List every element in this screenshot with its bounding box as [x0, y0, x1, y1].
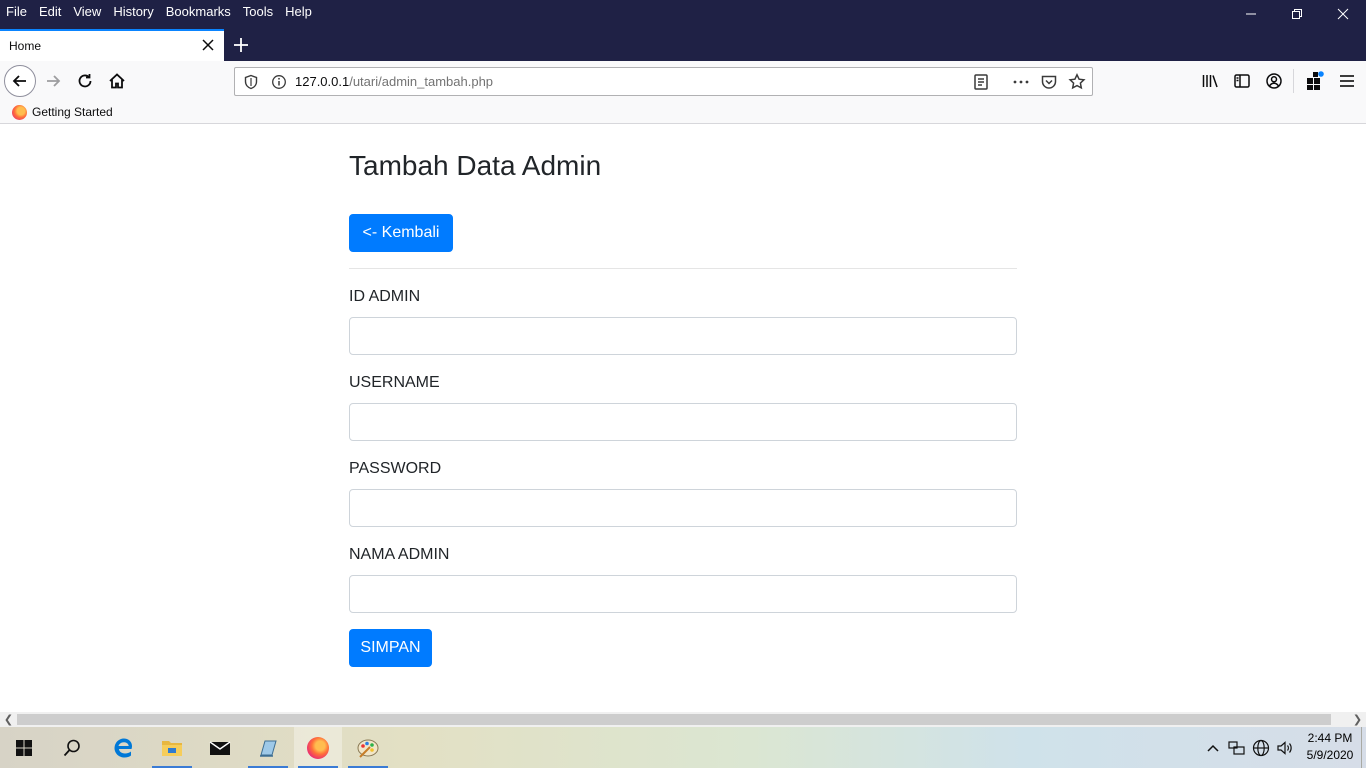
- url-bar[interactable]: 127.0.0.1/utari/admin_tambah.php: [234, 67, 1093, 96]
- extensions-icon[interactable]: [1305, 71, 1325, 91]
- restore-button[interactable]: [1274, 0, 1320, 28]
- nama-admin-input[interactable]: [349, 575, 1017, 613]
- menu-bookmarks[interactable]: Bookmarks: [166, 4, 231, 19]
- password-input[interactable]: [349, 489, 1017, 527]
- site-info-icon[interactable]: [271, 74, 287, 90]
- back-button[interactable]: [4, 65, 36, 97]
- bookmark-getting-started[interactable]: Getting Started: [12, 104, 113, 120]
- username-input[interactable]: [349, 403, 1017, 441]
- divider: [349, 268, 1017, 269]
- scrollbar-thumb[interactable]: [17, 714, 1331, 725]
- clock-date: 5/9/2020: [1306, 748, 1354, 762]
- edge-browser-icon: [114, 738, 132, 757]
- reader-view-icon[interactable]: [972, 73, 990, 91]
- notepad-app-icon: [260, 740, 277, 757]
- bookmarks-toolbar: Getting Started: [0, 101, 1366, 124]
- taskbar-clock[interactable]: 2:44 PM 5/9/2020: [1302, 730, 1358, 764]
- language-globe-icon[interactable]: [1252, 739, 1270, 757]
- back-link-button[interactable]: <- Kembali: [349, 214, 453, 252]
- show-hidden-icons-icon[interactable]: [1206, 741, 1220, 755]
- home-icon: [109, 73, 125, 89]
- taskbar-app[interactable]: [244, 727, 292, 768]
- account-icon[interactable]: [1265, 72, 1283, 90]
- menu-file[interactable]: File: [6, 4, 27, 19]
- search-icon: [63, 739, 80, 756]
- nama-admin-label: NAMA ADMIN: [349, 546, 450, 563]
- taskbar-firefox[interactable]: [294, 727, 342, 768]
- reload-icon: [78, 74, 92, 88]
- tracking-shield-icon[interactable]: [243, 74, 259, 90]
- sidebar-icon[interactable]: [1233, 72, 1251, 90]
- plus-icon: [234, 38, 248, 52]
- forward-arrow-icon: [47, 75, 61, 87]
- back-arrow-icon: [12, 75, 26, 87]
- firefox-icon: [307, 736, 329, 759]
- menu-edit[interactable]: Edit: [39, 4, 61, 19]
- page-content: Tambah Data Admin <- Kembali ID ADMIN US…: [0, 124, 1366, 712]
- save-button[interactable]: SIMPAN: [349, 629, 432, 667]
- page-title: Tambah Data Admin: [349, 150, 602, 181]
- hamburger-menu-icon[interactable]: [1338, 72, 1356, 90]
- close-window-button[interactable]: [1320, 0, 1366, 28]
- minimize-button[interactable]: [1228, 0, 1274, 28]
- library-icon[interactable]: [1201, 72, 1219, 90]
- tab-close-icon[interactable]: [200, 37, 216, 53]
- taskbar-file-explorer[interactable]: [148, 727, 196, 768]
- bookmark-label: Getting Started: [32, 105, 113, 119]
- taskbar-paint[interactable]: [344, 727, 392, 768]
- windows-logo-icon: [16, 739, 32, 756]
- tab-title: Home: [9, 39, 42, 53]
- volume-icon[interactable]: [1276, 740, 1294, 756]
- tab-home[interactable]: Home: [0, 29, 224, 61]
- id-admin-input[interactable]: [349, 317, 1017, 355]
- new-tab-button[interactable]: [228, 32, 254, 58]
- paint-palette-icon: [357, 739, 379, 758]
- menu-history[interactable]: History: [113, 4, 153, 19]
- minimize-icon: [1246, 13, 1256, 15]
- id-admin-label: ID ADMIN: [349, 288, 421, 305]
- menu-bar: File Edit View History Bookmarks Tools H…: [0, 0, 324, 22]
- page-actions-icon[interactable]: [1012, 73, 1030, 91]
- start-button[interactable]: [0, 727, 48, 768]
- reload-button[interactable]: [70, 66, 100, 96]
- show-desktop-button[interactable]: [1361, 727, 1366, 768]
- taskbar-edge[interactable]: [100, 727, 148, 768]
- firefox-logo-icon: [12, 104, 27, 120]
- scroll-left-arrow-icon[interactable]: ❮: [0, 712, 17, 727]
- password-label: PASSWORD: [349, 460, 442, 477]
- search-button[interactable]: [48, 727, 96, 768]
- url-path: /utari/admin_tambah.php: [349, 73, 494, 89]
- clock-time: 2:44 PM: [1307, 731, 1353, 745]
- toolbar-separator: [1293, 69, 1294, 93]
- windows-taskbar: 2:44 PM 5/9/2020: [0, 727, 1366, 768]
- menu-view[interactable]: View: [73, 4, 101, 19]
- network-icon[interactable]: [1228, 740, 1246, 756]
- horizontal-scrollbar[interactable]: ❮ ❯: [0, 712, 1366, 727]
- bookmark-star-icon[interactable]: [1068, 73, 1086, 91]
- url-host: 127.0.0.1: [295, 73, 350, 89]
- home-button[interactable]: [102, 66, 132, 96]
- restore-icon: [1292, 9, 1302, 19]
- folder-icon: [162, 740, 182, 756]
- mail-icon: [209, 740, 231, 755]
- browser-titlebar: File Edit View History Bookmarks Tools H…: [0, 0, 1366, 61]
- menu-help[interactable]: Help: [285, 4, 312, 19]
- url-text[interactable]: 127.0.0.1/utari/admin_tambah.php: [295, 73, 493, 91]
- navigation-toolbar: 127.0.0.1/utari/admin_tambah.php: [0, 61, 1366, 101]
- close-icon: [1337, 8, 1349, 20]
- taskbar-mail[interactable]: [196, 727, 244, 768]
- scroll-right-arrow-icon[interactable]: ❯: [1349, 712, 1366, 727]
- pocket-icon[interactable]: [1040, 73, 1058, 91]
- forward-button[interactable]: [38, 66, 68, 96]
- username-label: USERNAME: [349, 374, 440, 391]
- menu-tools[interactable]: Tools: [243, 4, 273, 19]
